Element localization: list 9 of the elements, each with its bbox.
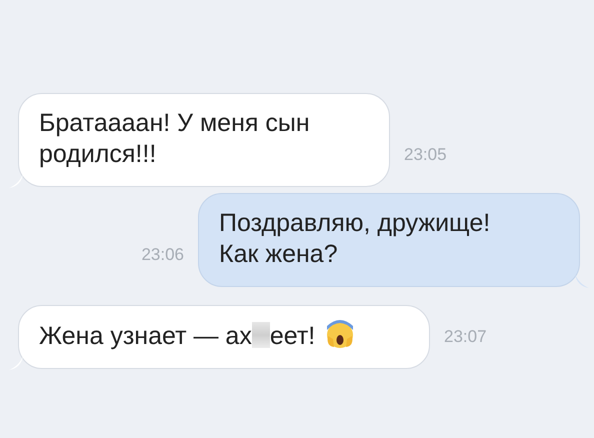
message-time: 23:07	[444, 327, 487, 347]
message-text: Жена узнает — ах	[39, 322, 252, 350]
message-text: Братаааан! У меня сын родился!!!	[39, 109, 310, 168]
message-time: 23:06	[141, 245, 184, 265]
censor-blur	[252, 322, 270, 348]
message-time: 23:05	[404, 145, 447, 165]
scream-emoji-icon	[325, 320, 356, 350]
message-text: Поздравляю, дружище! Как жена?	[219, 209, 490, 268]
message-text: еет!	[270, 322, 316, 350]
